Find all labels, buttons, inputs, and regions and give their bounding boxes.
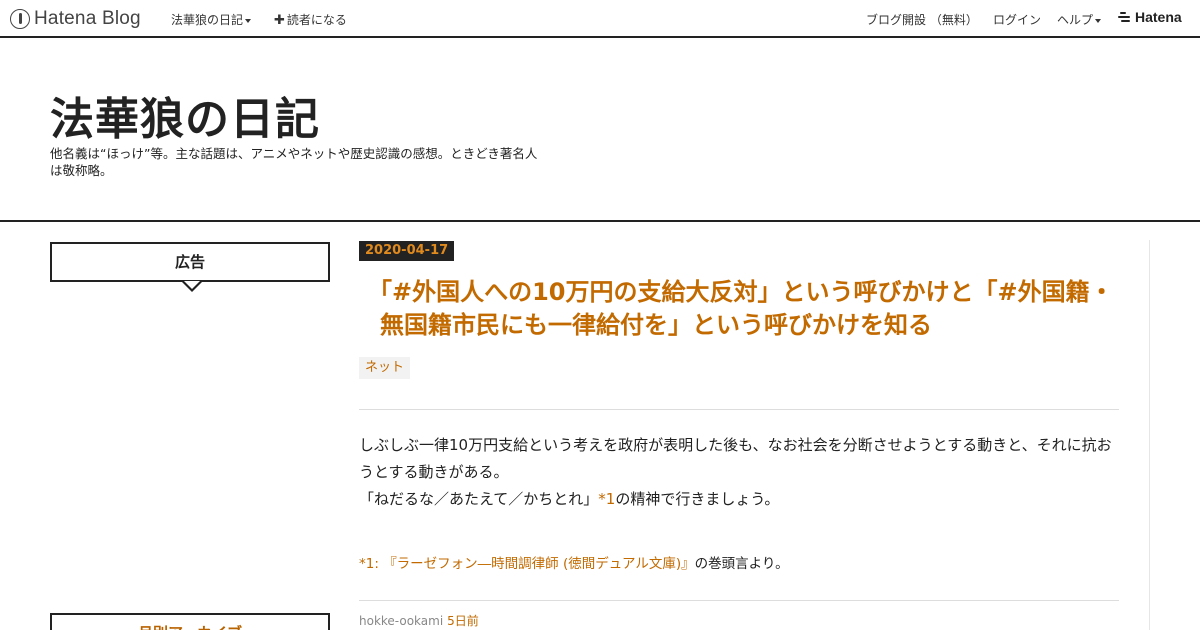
help-label: ヘルプ <box>1057 13 1094 27</box>
blog-description: 他名義は“ほっけ”等。主な話題は、アニメやネットや歴史認識の感想。ときどき著名人… <box>50 146 538 178</box>
ad-label: 広告 <box>174 253 205 271</box>
footnote-mark-link[interactable]: *1: <box>359 556 379 572</box>
quote-text: 「ねだるな／あたえて／かちとれ」 <box>359 490 599 508</box>
blog-menu-label: 法華狼の日記 <box>171 13 244 27</box>
column-divider <box>1149 240 1150 630</box>
subscribe-button[interactable]: ✚ 読者になる <box>274 11 347 28</box>
subscribe-label: 読者になる <box>286 13 347 27</box>
entry-date[interactable]: 2020-04-17 <box>359 241 455 261</box>
body-paragraph: しぶしぶ一律10万円支給という考えを政府が表明した後も、なお社会を分断させようと… <box>359 436 1112 481</box>
sidebar-ad-header: 広告 <box>50 242 330 292</box>
footnote: *1: 『ラーゼフォン―時間調律師 (徳間デュアル文庫)』の巻頭言より。 <box>359 554 1119 574</box>
blog-title[interactable]: 法華狼の日記 <box>50 83 320 147</box>
hatena-mark-icon <box>1118 11 1132 23</box>
open-blog-link[interactable]: ブログ開設 （無料） <box>866 11 978 28</box>
category-tag[interactable]: ネット <box>359 357 411 379</box>
body-text: の精神で行きましょう。 <box>615 490 780 508</box>
entry-footer: hokke-ookami 5日前 <box>359 612 479 629</box>
hatena-logo[interactable]: Hatena <box>1118 9 1182 25</box>
hatena-blog-logo[interactable]: Hatena Blog <box>10 7 141 31</box>
body-paragraph: 「ねだるな／あたえて／かちとれ」*1の精神で行きましょう。 <box>359 486 1119 513</box>
time-ago-link[interactable]: 5日前 <box>447 614 479 628</box>
footnote-ref-link[interactable]: *1 <box>598 490 615 508</box>
blog-menu-dropdown[interactable]: 法華狼の日記 <box>171 11 252 28</box>
global-header: Hatena Blog 法華狼の日記 ✚ 読者になる ブログ開設 （無料） ログイ… <box>0 0 1200 38</box>
divider <box>359 409 1119 410</box>
entry-title[interactable]: 「#外国人への10万円の支給大反対」という呼びかけと「#外国籍・無国籍市民にも一… <box>368 276 1120 342</box>
help-dropdown[interactable]: ヘルプ <box>1057 11 1102 28</box>
caret-down-icon <box>1095 18 1102 23</box>
entry-body: しぶしぶ一律10万円支給という考えを政府が表明した後も、なお社会を分断させようと… <box>359 432 1119 513</box>
blog-header: 法華狼の日記 他名義は“ほっけ”等。主な話題は、アニメやネットや歴史認識の感想。… <box>0 38 1200 222</box>
hatena-blog-logo-icon <box>10 9 30 29</box>
author-link[interactable]: hokke-ookami <box>359 614 443 628</box>
plus-icon: ✚ <box>274 13 285 28</box>
footnote-book-link[interactable]: 『ラーゼフォン―時間調律師 (徳間デュアル文庫)』 <box>383 556 694 572</box>
login-link[interactable]: ログイン <box>993 11 1041 28</box>
divider <box>359 600 1119 601</box>
hatena-text: Hatena <box>1135 9 1182 25</box>
footnote-text: の巻頭言より。 <box>694 556 789 572</box>
archive-label[interactable]: 月別アーカイブ <box>52 615 328 630</box>
logo-text: Hatena Blog <box>34 8 141 29</box>
sidebar-archive-header: 月別アーカイブ <box>50 613 330 630</box>
caret-down-icon <box>245 18 252 23</box>
